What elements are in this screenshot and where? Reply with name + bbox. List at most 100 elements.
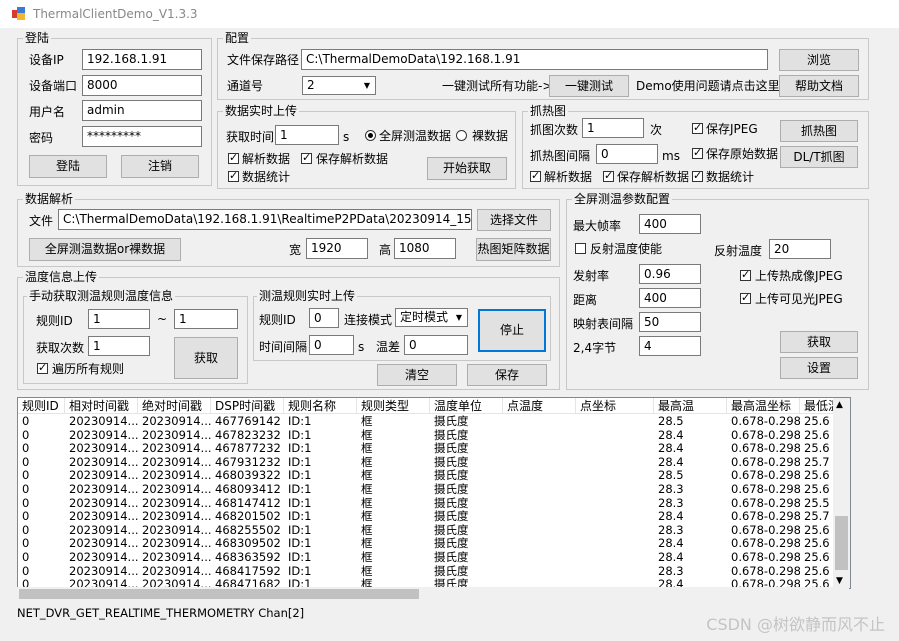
table-cell: 25.6 bbox=[804, 482, 830, 496]
column-header[interactable]: 点温度 bbox=[503, 398, 576, 414]
rule-id-to-input[interactable]: 1 bbox=[174, 309, 238, 329]
capture-count-input[interactable]: 1 bbox=[582, 118, 644, 138]
column-header[interactable]: 最高温坐标 bbox=[727, 398, 800, 414]
logout-button[interactable]: 注销 bbox=[121, 155, 199, 178]
column-header[interactable]: 最高温 bbox=[654, 398, 727, 414]
capture-interval-input[interactable]: 0 bbox=[596, 144, 658, 164]
save-path-input[interactable]: C:\ThermalDemoData\192.168.1.91 bbox=[301, 49, 768, 70]
table-row[interactable]: 0 20230914... 20230914... 467877232 ID:1 框 摄氏度… bbox=[18, 442, 835, 456]
rule-id-from-input[interactable]: 1 bbox=[88, 309, 150, 329]
rt-interval-input[interactable]: 0 bbox=[309, 335, 354, 355]
table-row[interactable]: 0 20230914... 20230914... 468363592 ID:1 框 摄氏度… bbox=[18, 551, 835, 565]
ip-input[interactable]: 192.168.1.91 bbox=[82, 49, 202, 70]
byte-input[interactable]: 4 bbox=[639, 336, 701, 356]
rt-parse-checkbox[interactable] bbox=[228, 151, 239, 164]
table-cell: ID:1 bbox=[288, 564, 312, 578]
column-header[interactable]: 规则ID bbox=[18, 398, 65, 414]
vertical-scrollbar[interactable]: ▲ ▼ bbox=[833, 398, 850, 588]
help-doc-button[interactable]: 帮助文档 bbox=[779, 75, 859, 97]
table-cell: 25.6 bbox=[804, 523, 830, 537]
save-raw-checkbox[interactable] bbox=[692, 146, 703, 159]
height-input[interactable]: 1080 bbox=[394, 238, 456, 259]
radio-raw[interactable] bbox=[456, 130, 467, 141]
traverse-rules-checkbox[interactable] bbox=[37, 361, 48, 374]
table-cell: ID:1 bbox=[288, 537, 312, 551]
column-header[interactable]: 规则类型 bbox=[357, 398, 430, 414]
select-file-button[interactable]: 选择文件 bbox=[477, 209, 551, 231]
rt-stat-checkbox[interactable] bbox=[228, 169, 239, 182]
column-header[interactable]: 最低温 bbox=[800, 398, 835, 414]
radio-fullscreen[interactable] bbox=[365, 130, 376, 141]
browse-button[interactable]: 浏览 bbox=[779, 49, 859, 71]
login-button[interactable]: 登陆 bbox=[29, 155, 107, 178]
capture-count-unit: 次 bbox=[650, 123, 663, 137]
table-row[interactable]: 0 20230914... 20230914... 468417592 ID:1 框 摄氏度… bbox=[18, 565, 835, 579]
params-set-button[interactable]: 设置 bbox=[780, 357, 858, 379]
table-row[interactable]: 0 20230914... 20230914... 467931232 ID:1 框 摄氏度… bbox=[18, 456, 835, 470]
column-header[interactable]: DSP时间戳 bbox=[211, 398, 284, 414]
table-cell bbox=[503, 551, 576, 565]
column-header[interactable]: 温度单位 bbox=[430, 398, 503, 414]
horizontal-scrollbar[interactable] bbox=[17, 587, 849, 601]
max-fps-input[interactable]: 400 bbox=[639, 214, 701, 234]
column-header[interactable]: 相对时间戳 bbox=[65, 398, 138, 414]
column-header[interactable]: 绝对时间戳 bbox=[138, 398, 211, 414]
channel-select[interactable]: 2 ▼ bbox=[302, 76, 376, 95]
heatmap-matrix-button[interactable]: 热图矩阵数据 bbox=[476, 238, 551, 261]
hscroll-thumb[interactable] bbox=[19, 589, 419, 599]
save-jpeg-checkbox[interactable] bbox=[692, 121, 703, 134]
table-row[interactable]: 0 20230914... 20230914... 467823232 ID:1 框 摄氏度… bbox=[18, 429, 835, 443]
table-row[interactable]: 0 20230914... 20230914... 468147412 ID:1 框 摄氏度… bbox=[18, 497, 835, 511]
parse-fullscreen-button[interactable]: 全屏测温数据or裸数据 bbox=[29, 238, 181, 261]
dlt-capture-button[interactable]: DL/T抓图 bbox=[780, 146, 858, 168]
scroll-up-icon[interactable]: ▲ bbox=[836, 400, 843, 410]
capture-count-label: 抓图次数 bbox=[530, 123, 579, 137]
scroll-down-icon[interactable]: ▼ bbox=[836, 576, 843, 586]
map-interval-input[interactable]: 50 bbox=[639, 312, 701, 332]
distance-input[interactable]: 400 bbox=[639, 288, 701, 308]
conn-mode-select[interactable]: 定时模式 ▼ bbox=[395, 308, 468, 327]
rt-save-checkbox[interactable] bbox=[301, 151, 312, 164]
table-cell: 20230914... bbox=[142, 564, 211, 578]
fetch-count-input[interactable]: 1 bbox=[88, 336, 150, 356]
cap-save-checkbox[interactable] bbox=[603, 169, 614, 182]
table-row[interactable]: 0 20230914... 20230914... 468255502 ID:1 框 摄氏度… bbox=[18, 524, 835, 538]
reflect-enable-checkbox[interactable] bbox=[575, 243, 586, 254]
password-input[interactable]: ********* bbox=[82, 126, 202, 147]
table-cell bbox=[576, 483, 654, 497]
clear-button[interactable]: 清空 bbox=[377, 364, 457, 386]
upload-thermal-checkbox[interactable] bbox=[740, 268, 751, 281]
scroll-thumb[interactable] bbox=[835, 516, 848, 570]
width-input[interactable]: 1920 bbox=[306, 238, 368, 259]
table-row[interactable]: 0 20230914... 20230914... 468201502 ID:1 框 摄氏度… bbox=[18, 510, 835, 524]
table-cell bbox=[503, 415, 576, 429]
table-row[interactable]: 0 20230914... 20230914... 468309502 ID:1 框 摄氏度… bbox=[18, 537, 835, 551]
radio-fullscreen-label: 全屏测温数据 bbox=[379, 129, 452, 143]
upload-visible-checkbox[interactable] bbox=[740, 291, 751, 304]
table-cell: 0.678-0.298 bbox=[731, 537, 800, 551]
start-fetch-button[interactable]: 开始获取 bbox=[427, 157, 507, 180]
table-row[interactable]: 0 20230914... 20230914... 467769142 ID:1 框 摄氏度… bbox=[18, 415, 835, 429]
onekey-test-button[interactable]: 一键测试 bbox=[549, 75, 629, 97]
results-table[interactable]: 规则ID 相对时间戳 绝对时间戳 DSP时间戳 规则名称 规则类型 温度单位 点温度 点坐标 最高… bbox=[17, 397, 851, 589]
cap-parse-checkbox[interactable] bbox=[530, 169, 541, 182]
reflect-temp-input[interactable]: 20 bbox=[769, 239, 831, 259]
column-header[interactable]: 规则名称 bbox=[284, 398, 357, 414]
stop-button[interactable]: 停止 bbox=[478, 309, 546, 352]
save-button[interactable]: 保存 bbox=[467, 364, 547, 386]
rt-rule-id-input[interactable]: 0 bbox=[309, 308, 339, 328]
table-cell: 467823232 bbox=[215, 428, 281, 442]
params-get-button[interactable]: 获取 bbox=[780, 331, 858, 353]
capture-thermal-button[interactable]: 抓热图 bbox=[780, 120, 858, 142]
port-input[interactable]: 8000 bbox=[82, 75, 202, 96]
table-row[interactable]: 0 20230914... 20230914... 468093412 ID:1 框 摄氏度… bbox=[18, 483, 835, 497]
emissivity-input[interactable]: 0.96 bbox=[639, 264, 701, 284]
fetch-time-input[interactable]: 1 bbox=[275, 125, 339, 145]
cap-stat-checkbox[interactable] bbox=[692, 169, 703, 182]
parse-file-input[interactable]: C:\ThermalDemoData\192.168.1.91\Realtime… bbox=[58, 209, 472, 230]
table-row[interactable]: 0 20230914... 20230914... 468039322 ID:1 框 摄氏度… bbox=[18, 469, 835, 483]
manual-get-button[interactable]: 获取 bbox=[174, 337, 238, 379]
temp-diff-input[interactable]: 0 bbox=[404, 335, 468, 355]
user-input[interactable]: admin bbox=[82, 100, 202, 121]
column-header[interactable]: 点坐标 bbox=[576, 398, 654, 414]
